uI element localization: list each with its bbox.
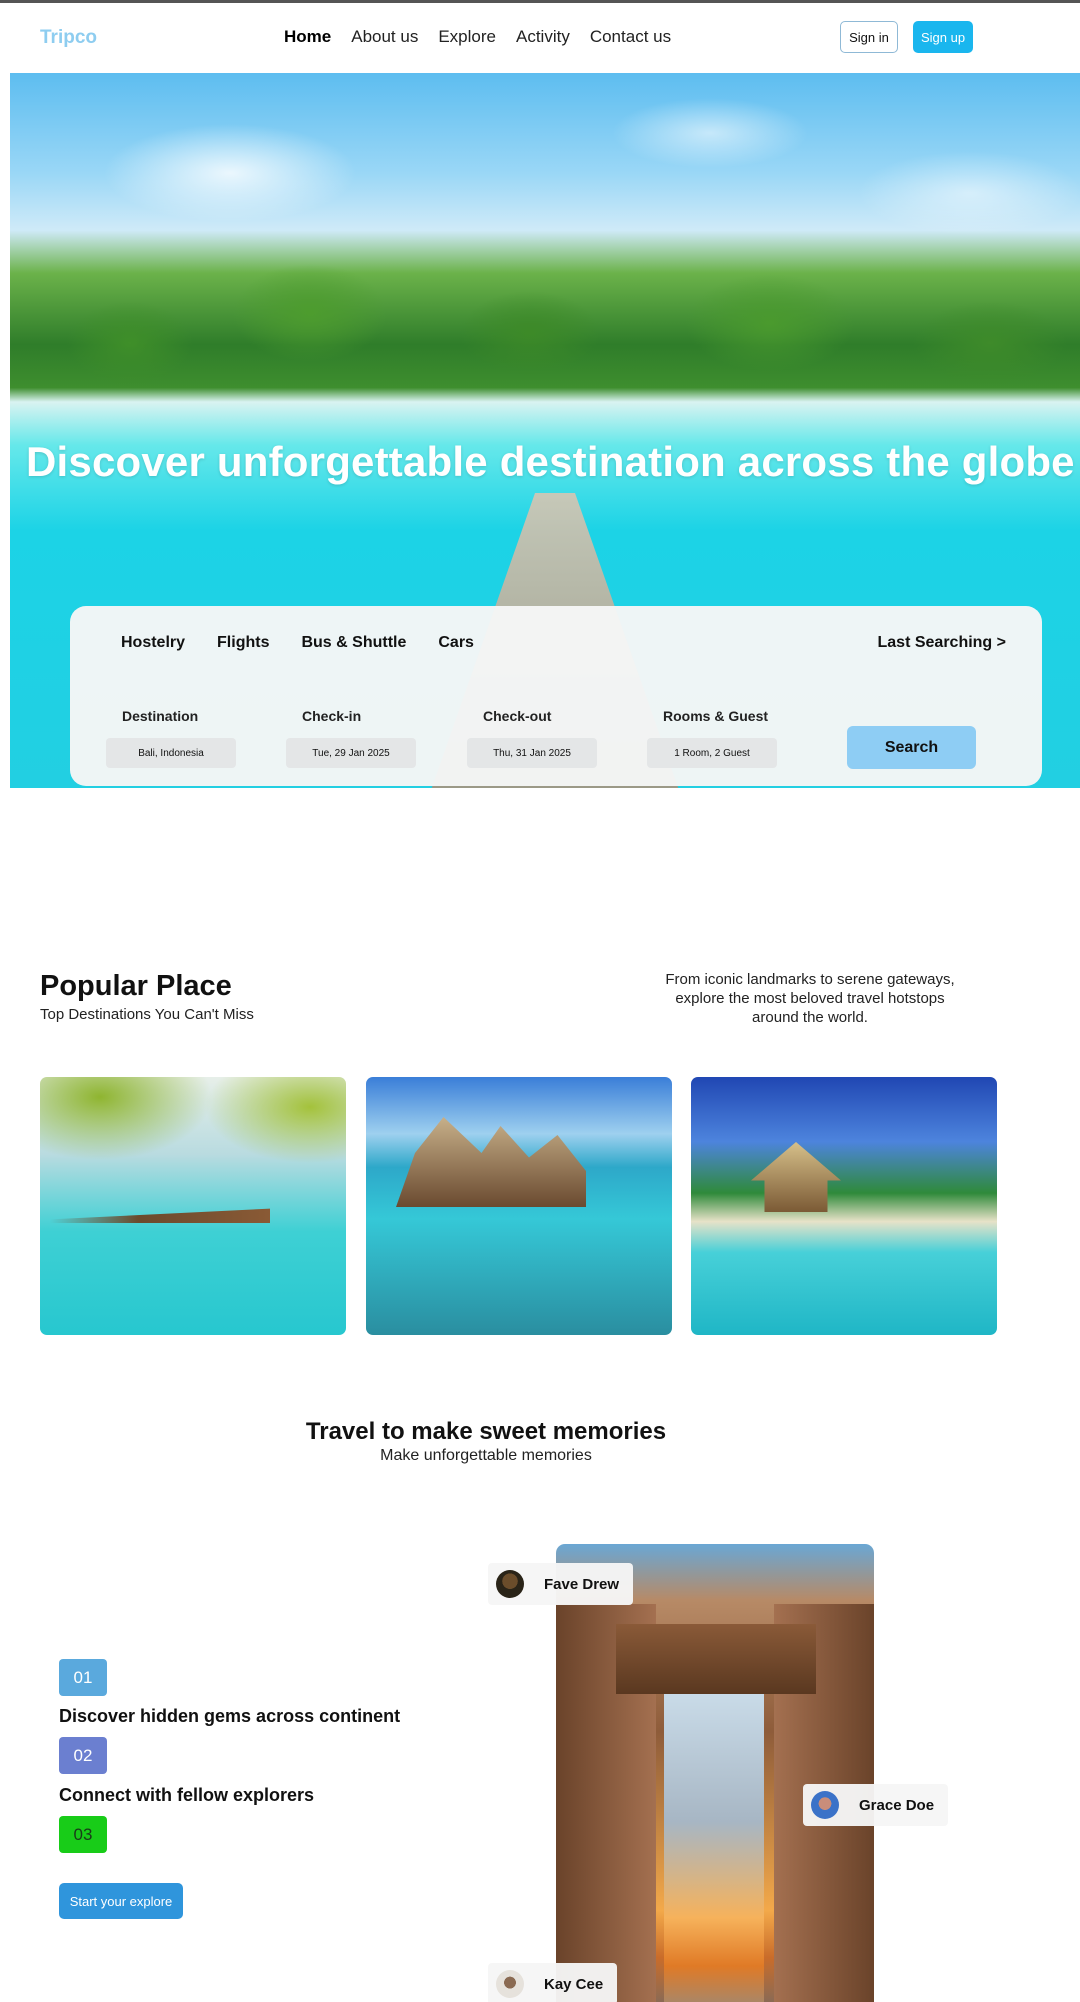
beach-hut-image bbox=[751, 1142, 841, 1212]
popular-description: From iconic landmarks to serene gateways… bbox=[665, 971, 955, 1026]
palm-leaves-image bbox=[40, 1077, 346, 1335]
step-badge-02: 02 bbox=[59, 1737, 107, 1774]
traveler-card-fave-drew: Fave Drew bbox=[488, 1563, 634, 1605]
popular-title: Popular Place bbox=[40, 970, 232, 1002]
lagoon-huts-image bbox=[396, 1117, 586, 1207]
destination-card-lagoon-huts[interactable] bbox=[366, 1077, 672, 1335]
popular-subtitle: Top Destinations You Can't Miss bbox=[40, 1006, 254, 1023]
check-in-field: Check-in Tue, 29 Jan 2025 bbox=[286, 708, 416, 768]
destination-label: Destination bbox=[122, 708, 199, 724]
nav-link-about[interactable]: About us bbox=[351, 27, 418, 47]
logo[interactable]: Tripco bbox=[40, 27, 97, 49]
hero-title: Discover unforgettable destination acros… bbox=[26, 438, 1075, 485]
start-explore-button[interactable]: Start your explore bbox=[59, 1883, 183, 1919]
avatar bbox=[496, 1970, 524, 1998]
tab-hostelry[interactable]: Hostelry bbox=[121, 634, 185, 652]
rooms-guest-label: Rooms & Guest bbox=[663, 708, 769, 724]
traveler-name: Grace Doe bbox=[859, 1796, 935, 1814]
traveler-card-kay-cee: Kay Cee bbox=[488, 1963, 618, 2002]
traveler-name: Kay Cee bbox=[544, 1975, 604, 1993]
search-tabs: Hostelry Flights Bus & Shuttle Cars bbox=[121, 634, 474, 652]
rooms-guest-field: Rooms & Guest 1 Room, 2 Guest bbox=[647, 708, 777, 768]
check-in-input[interactable]: Tue, 29 Jan 2025 bbox=[286, 738, 416, 768]
traveler-card-grace-doe: Grace Doe bbox=[803, 1784, 949, 1826]
temple-gate-image bbox=[556, 1544, 874, 2002]
rooms-guest-input[interactable]: 1 Room, 2 Guest bbox=[647, 738, 777, 768]
temple-lintel bbox=[616, 1624, 816, 1694]
memories-subtitle: Make unforgettable memories bbox=[380, 1447, 592, 1464]
last-searching-link[interactable]: Last Searching > bbox=[878, 634, 1007, 652]
search-panel: Hostelry Flights Bus & Shuttle Cars Last… bbox=[70, 606, 1042, 786]
traveler-name: Fave Drew bbox=[544, 1575, 620, 1593]
search-button[interactable]: Search bbox=[847, 726, 976, 769]
nav-links: Home About us Explore Activity Contact u… bbox=[284, 27, 671, 47]
hero-clouds bbox=[10, 73, 1080, 273]
destination-field: Destination Bali, Indonesia bbox=[106, 708, 236, 768]
tab-bus-shuttle[interactable]: Bus & Shuttle bbox=[301, 634, 406, 652]
tab-cars[interactable]: Cars bbox=[438, 634, 474, 652]
step-badge-03: 03 bbox=[59, 1816, 107, 1853]
memories-title: Travel to make sweet memories bbox=[305, 1418, 667, 1445]
avatar bbox=[496, 1570, 524, 1598]
nav-link-explore[interactable]: Explore bbox=[438, 27, 496, 47]
destination-card-beach-hut[interactable] bbox=[691, 1077, 997, 1335]
check-out-label: Check-out bbox=[483, 708, 552, 724]
sign-in-button[interactable]: Sign in bbox=[840, 21, 898, 53]
check-in-label: Check-in bbox=[302, 708, 362, 724]
check-out-input[interactable]: Thu, 31 Jan 2025 bbox=[467, 738, 597, 768]
sign-up-button[interactable]: Sign up bbox=[913, 21, 973, 53]
nav-link-contact[interactable]: Contact us bbox=[590, 27, 671, 47]
nav-link-activity[interactable]: Activity bbox=[516, 27, 570, 47]
temple-gate-opening bbox=[664, 1694, 764, 2002]
step-text-01: Discover hidden gems across continent bbox=[59, 1706, 401, 1726]
navbar: Tripco Home About us Explore Activity Co… bbox=[0, 3, 1080, 73]
check-out-field: Check-out Thu, 31 Jan 2025 bbox=[467, 708, 597, 768]
step-text-02: Connect with fellow explorers bbox=[59, 1785, 315, 1805]
destination-card-overwater-villas[interactable] bbox=[40, 1077, 346, 1335]
nav-link-home[interactable]: Home bbox=[284, 27, 331, 47]
tab-flights[interactable]: Flights bbox=[217, 634, 269, 652]
avatar bbox=[811, 1791, 839, 1819]
destination-input[interactable]: Bali, Indonesia bbox=[106, 738, 236, 768]
step-badge-01: 01 bbox=[59, 1659, 107, 1696]
